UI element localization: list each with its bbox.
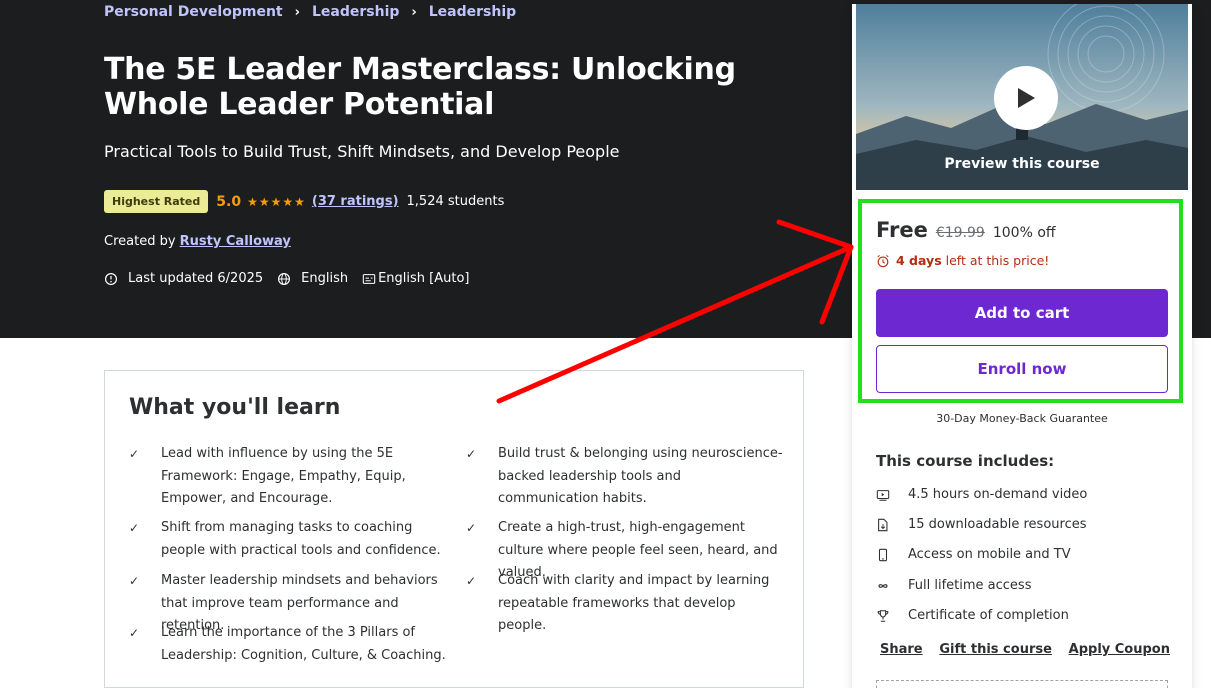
money-back-guarantee: 30-Day Money-Back Guarantee (936, 412, 1108, 425)
includes-title: This course includes: (876, 452, 1055, 470)
what-youll-learn: What you'll learn ✓ Lead with influence … (104, 370, 804, 688)
rating-value: 5.0 (216, 193, 242, 210)
highest-rated-badge: Highest Rated (104, 190, 209, 213)
instructor-link[interactable]: Rusty Calloway (180, 234, 291, 249)
apply-coupon-link[interactable]: Apply Coupon (1069, 642, 1170, 657)
play-icon (1018, 88, 1035, 108)
breadcrumb-item-personal-development[interactable]: Personal Development (104, 4, 283, 20)
closed-captions-icon (362, 273, 376, 284)
course-preview[interactable]: Preview this course (856, 4, 1188, 190)
list-item: ✓ Lead with influence by using the 5E Fr… (129, 443, 446, 511)
breadcrumb-item-leadership[interactable]: Leadership (312, 4, 399, 20)
rating-row: Highest Rated 5.0 ★★★★★ (37 ratings) 1,5… (104, 190, 504, 213)
share-link[interactable]: Share (880, 642, 923, 657)
preview-label: Preview this course (944, 156, 1100, 172)
check-icon: ✓ (466, 521, 477, 535)
language-text: English (301, 271, 349, 286)
course-subtitle: Practical Tools to Build Trust, Shift Mi… (104, 142, 620, 161)
infinity-icon (878, 583, 888, 588)
include-label: Full lifetime access (908, 578, 1032, 593)
captions-text: English [Auto] (378, 271, 470, 286)
check-icon: ✓ (129, 626, 140, 640)
list-item: ✓ Build trust & belonging using neurosci… (466, 443, 783, 511)
last-updated-text: Last updated 6/2025 (128, 271, 264, 286)
include-item-lifetime: Full lifetime access (876, 578, 1031, 593)
learn-item-text: Coach with clarity and impact by learnin… (498, 573, 770, 633)
chevron-right-icon: › (294, 4, 300, 20)
learn-item-text: Lead with influence by using the 5E Fram… (161, 446, 406, 506)
list-item: ✓ Coach with clarity and impact by learn… (466, 570, 783, 638)
star-rating-icon: ★★★★★ (247, 194, 306, 209)
check-icon: ✓ (129, 521, 140, 535)
trophy-icon (877, 609, 889, 622)
video-icon (876, 489, 890, 501)
file-download-icon (878, 518, 888, 531)
include-label: 15 downloadable resources (908, 517, 1087, 532)
check-icon: ✓ (466, 447, 477, 461)
learn-item-text: Learn the importance of the 3 Pillars of… (161, 625, 446, 663)
breadcrumb: Personal Development › Leadership › Lead… (104, 4, 516, 20)
ratings-count-link[interactable]: (37 ratings) (312, 194, 399, 209)
include-item-mobile: Access on mobile and TV (876, 547, 1071, 562)
language: English (277, 271, 348, 286)
page-title: The 5E Leader Masterclass: Unlocking Who… (104, 52, 736, 122)
alert-clock-icon (104, 272, 118, 285)
include-item-resources: 15 downloadable resources (876, 517, 1087, 532)
created-by: Created by Rusty Calloway (104, 234, 291, 249)
include-label: Access on mobile and TV (908, 547, 1071, 562)
check-icon: ✓ (466, 574, 477, 588)
include-item-video: 4.5 hours on-demand video (876, 487, 1087, 502)
sidebar-links: Share Gift this course Apply Coupon (880, 642, 1170, 657)
list-item: ✓ Learn the importance of the 3 Pillars … (129, 622, 446, 667)
last-updated: Last updated 6/2025 (104, 271, 263, 286)
created-by-label: Created by (104, 234, 176, 249)
gift-course-link[interactable]: Gift this course (939, 642, 1052, 657)
include-label: Certificate of completion (908, 608, 1069, 623)
check-icon: ✓ (129, 574, 140, 588)
include-label: 4.5 hours on-demand video (908, 487, 1088, 502)
include-item-certificate: Certificate of completion (876, 608, 1069, 623)
breadcrumb-item-leadership-sub[interactable]: Leadership (429, 4, 516, 20)
students-count: 1,524 students (406, 194, 505, 209)
mobile-icon (878, 548, 888, 561)
learn-item-text: Build trust & belonging using neuroscien… (498, 446, 783, 506)
play-button[interactable] (994, 66, 1058, 130)
highlight-box (858, 199, 1183, 403)
chevron-right-icon: › (411, 4, 417, 20)
learn-title: What you'll learn (129, 395, 341, 420)
list-item: ✓ Shift from managing tasks to coaching … (129, 517, 446, 562)
learn-item-text: Shift from managing tasks to coaching pe… (161, 520, 441, 558)
course-meta: Last updated 6/2025 English English [Aut… (104, 271, 484, 286)
check-icon: ✓ (129, 447, 140, 461)
captions: English [Auto] (362, 271, 470, 286)
coupon-input[interactable] (876, 680, 1168, 688)
globe-icon (278, 272, 291, 285)
